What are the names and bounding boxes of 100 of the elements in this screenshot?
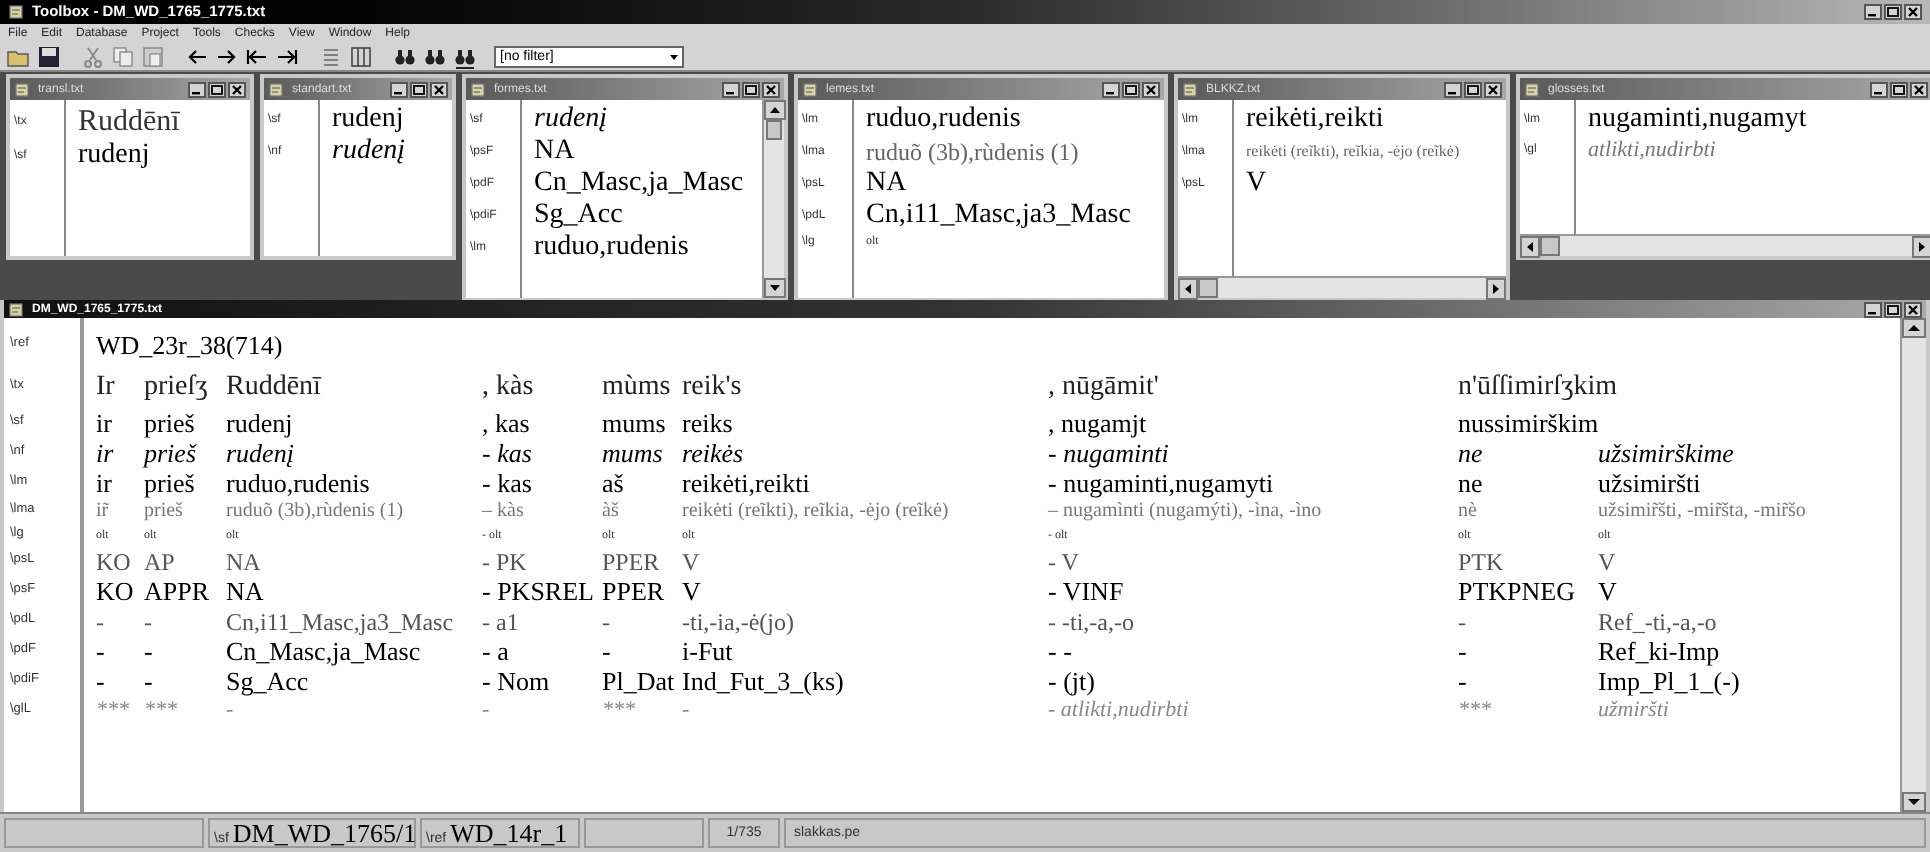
list-icon[interactable] <box>318 43 344 69</box>
minimize-button[interactable] <box>1102 81 1120 97</box>
annotation-text: Cn,i11_Masc,ja3_Masc <box>226 609 454 633</box>
annotation-text: - kas <box>482 440 532 466</box>
field-value: ruduo,rudenis <box>866 106 1021 134</box>
scroll-thumb[interactable] <box>766 120 782 140</box>
annotation-text: reikės <box>682 440 744 466</box>
right-arrow-icon[interactable] <box>1912 236 1930 258</box>
horizontal-scrollbar[interactable] <box>1178 276 1506 298</box>
annotation-text: - <box>96 638 105 664</box>
field-value: NA <box>534 138 575 166</box>
maximize-button[interactable] <box>410 81 428 97</box>
annotation-text: Ruddēnī <box>226 373 321 401</box>
field-value: rudenj <box>78 142 150 170</box>
paste-icon[interactable] <box>140 43 166 69</box>
annotation-text: - <box>96 668 105 694</box>
minimize-button[interactable] <box>1870 81 1888 97</box>
annotation-text: PTK <box>1458 549 1504 573</box>
annotation-text: - a <box>482 638 509 664</box>
status-text: WD_14r_1 <box>450 820 568 846</box>
close-button[interactable] <box>1904 301 1922 317</box>
annotation-text: užmiršti <box>1598 700 1669 722</box>
annotation-text: V <box>1598 578 1617 604</box>
annotation-text: nè <box>1458 501 1477 521</box>
maximize-button[interactable] <box>1890 81 1908 97</box>
annotation-text: Ref_ki-Imp <box>1598 638 1720 664</box>
scroll-thumb[interactable] <box>1540 236 1560 256</box>
minimize-button[interactable] <box>390 81 408 97</box>
annotation-text: nussimirškim <box>1458 410 1599 436</box>
minimize-button[interactable] <box>1864 4 1882 20</box>
annotation-text: prieš <box>144 440 196 466</box>
columns-icon[interactable] <box>348 43 374 69</box>
document-icon <box>802 81 818 97</box>
document-icon <box>1182 81 1198 97</box>
annotation-text: reik's <box>682 373 742 401</box>
maximize-button[interactable] <box>1884 301 1902 317</box>
annotation-text: ir̃ <box>96 501 109 521</box>
annotation-text: - <box>1458 609 1466 633</box>
field-value: reikėti,reikti <box>1246 106 1384 134</box>
annotation-text: - Nom <box>482 668 550 694</box>
horizontal-scrollbar[interactable] <box>1520 234 1930 256</box>
annotation-text: Ind_Fut_3_(ks) <box>682 668 844 694</box>
close-button[interactable] <box>1904 4 1922 20</box>
annotation-text: Ref_-ti,-a,-o <box>1598 609 1717 633</box>
annotation-text: V <box>1598 549 1616 573</box>
field-value: Cn,i11_Masc,ja3_Masc <box>866 202 1131 230</box>
document-icon <box>8 4 24 20</box>
document-icon <box>470 81 486 97</box>
field-value: rudenj <box>332 106 404 134</box>
annotation-text: mùms <box>602 373 671 401</box>
annotation-text: *** <box>1458 700 1491 722</box>
annotation-text: - <box>144 668 153 694</box>
close-button[interactable] <box>430 81 448 97</box>
maximize-button[interactable] <box>208 81 226 97</box>
annotation-text: reiks <box>682 410 733 436</box>
annotation-text: V <box>682 578 701 604</box>
annotation-text: - <box>144 609 152 633</box>
annotation-text: , kas <box>482 410 530 436</box>
annotation-text: Cn_Masc,ja_Masc <box>226 638 421 664</box>
field-value: ruduõ (3b),rùdenis (1) <box>866 140 1079 164</box>
annotation-text: ir <box>96 470 112 496</box>
annotation-text: - <box>682 700 690 722</box>
minimize-button[interactable] <box>1864 301 1882 317</box>
vertical-scrollbar[interactable] <box>1900 318 1926 812</box>
close-button[interactable] <box>762 81 780 97</box>
close-button[interactable] <box>1142 81 1160 97</box>
document-icon <box>14 81 30 97</box>
annotation-text: - VINF <box>1048 578 1124 604</box>
annotation-text: - <box>602 609 610 633</box>
field-value: Cn_Masc,ja_Masc <box>534 170 744 198</box>
maximize-button[interactable] <box>1122 81 1140 97</box>
annotation-text: *** <box>96 700 129 722</box>
annotation-text: -ti,-ia,-ė(jo) <box>682 609 794 633</box>
vertical-scrollbar[interactable] <box>762 100 784 298</box>
annotation-text: – kàs <box>482 501 524 521</box>
annotation-text: ruduo,rudenis <box>226 470 370 496</box>
annotation-text: - <box>1458 638 1467 664</box>
annotation-text: užsimirškime <box>1598 440 1734 466</box>
save-icon[interactable] <box>36 43 62 69</box>
maximize-button[interactable] <box>742 81 760 97</box>
annotation-text: užsimiršti <box>1598 470 1701 496</box>
field-value: Sg_Acc <box>534 202 623 230</box>
close-button[interactable] <box>228 81 246 97</box>
annotation-text: - (jt) <box>1048 668 1095 694</box>
minimize-button[interactable] <box>188 81 206 97</box>
annotation-text: rudenį <box>226 440 294 466</box>
annotation-text: - -ti,-a,-o <box>1048 609 1134 633</box>
minimize-button[interactable] <box>1444 81 1462 97</box>
annotation-text: - PK <box>482 549 527 573</box>
annotation-text: - kas <box>482 470 532 496</box>
annotation-text: ir <box>96 410 112 436</box>
scroll-thumb[interactable] <box>1198 278 1218 298</box>
maximize-button[interactable] <box>1464 81 1482 97</box>
annotation-text: PPER <box>602 578 665 604</box>
close-button[interactable] <box>1910 81 1928 97</box>
close-button[interactable] <box>1484 81 1502 97</box>
minimize-button[interactable] <box>722 81 740 97</box>
annotation-text: KO <box>96 549 131 573</box>
annotation-text: rudenj <box>226 410 293 436</box>
maximize-button[interactable] <box>1884 4 1902 20</box>
